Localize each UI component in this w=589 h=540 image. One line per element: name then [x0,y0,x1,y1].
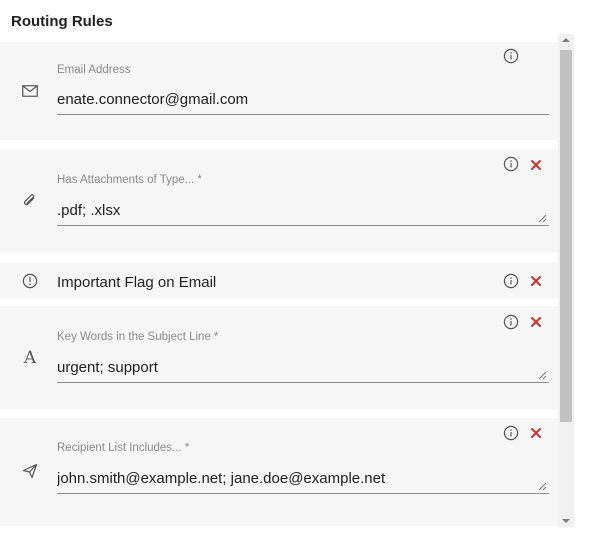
scroll-up-arrow-icon[interactable] [562,38,570,42]
attachments-value: .pdf; .xlsx [57,202,121,219]
subject-keywords-value: urgent; support [57,359,158,376]
vertical-scrollbar[interactable] [558,34,574,527]
info-icon[interactable] [503,273,519,289]
font-letter-icon: A [23,348,37,368]
resize-grip-icon[interactable] [538,482,547,491]
email-address-label: Email Address [57,64,131,76]
remove-rule-button[interactable] [529,274,543,288]
alert-circle-icon [20,271,40,291]
rule-recipient-list: Recipient List Includes... * john.smith@… [0,418,558,526]
recipient-list-label: Recipient List Includes... * [57,442,190,454]
page-title: Routing Rules [11,13,113,30]
resize-grip-icon[interactable] [538,371,547,380]
scroll-down-arrow-icon[interactable] [562,519,570,523]
attachments-field[interactable]: .pdf; .xlsx [57,202,549,226]
rule-subject-keywords: A Key Words in the Subject Line * urgent… [0,306,558,409]
info-icon[interactable] [503,314,519,330]
envelope-icon [20,81,40,101]
subject-keywords-field[interactable]: urgent; support [57,359,549,383]
attachments-label: Has Attachments of Type... * [57,174,202,186]
email-address-field[interactable]: enate.connector@gmail.com [57,91,549,115]
important-flag-label: Important Flag on Email [57,274,217,291]
paperclip-icon [20,191,40,211]
remove-rule-button[interactable] [529,315,543,329]
subject-keywords-label: Key Words in the Subject Line * [57,331,219,343]
info-icon[interactable] [503,425,519,441]
rule-email-address: Email Address enate.connector@gmail.com [0,42,558,140]
scrollbar-thumb[interactable] [560,50,572,422]
rule-important-flag: Important Flag on Email [0,263,558,299]
remove-rule-button[interactable] [529,426,543,440]
routing-rules-list: Email Address enate.connector@gmail.com … [0,42,558,526]
send-icon [20,461,40,481]
recipient-list-value: john.smith@example.net; jane.doe@example… [57,470,386,487]
recipient-list-field[interactable]: john.smith@example.net; jane.doe@example… [57,470,549,494]
remove-rule-button[interactable] [529,158,543,172]
info-icon[interactable] [503,48,519,64]
info-icon[interactable] [503,156,519,172]
rule-attachments: Has Attachments of Type... * .pdf; .xlsx [0,150,558,253]
resize-grip-icon[interactable] [538,214,547,223]
